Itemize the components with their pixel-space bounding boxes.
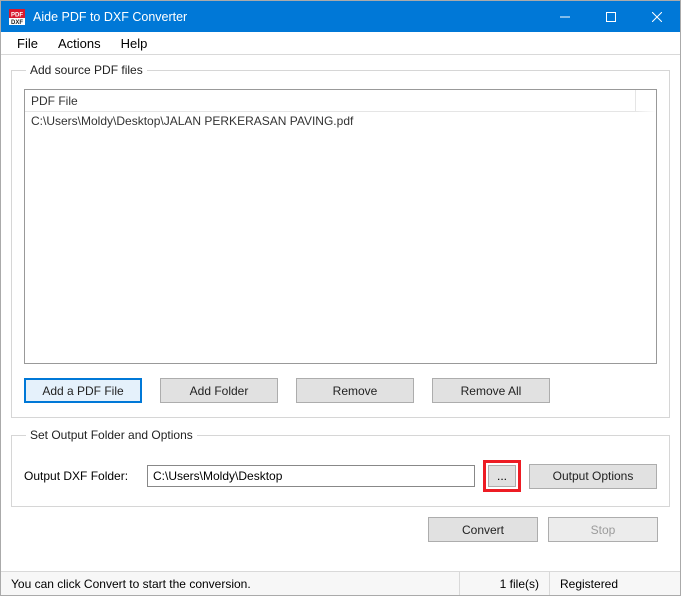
browse-highlight: ... bbox=[483, 460, 521, 492]
svg-text:PDF: PDF bbox=[11, 12, 23, 18]
status-file-count: 1 file(s) bbox=[460, 572, 550, 595]
remove-all-button[interactable]: Remove All bbox=[432, 378, 550, 403]
status-hint: You can click Convert to start the conve… bbox=[1, 572, 460, 595]
menu-file[interactable]: File bbox=[7, 34, 48, 53]
menu-help[interactable]: Help bbox=[111, 34, 158, 53]
window-controls bbox=[542, 1, 680, 32]
source-buttons: Add a PDF File Add Folder Remove Remove … bbox=[24, 378, 657, 403]
content: Add source PDF files PDF File C:\Users\M… bbox=[1, 55, 680, 542]
menu-actions[interactable]: Actions bbox=[48, 34, 111, 53]
app-icon: PDF DXF bbox=[9, 9, 25, 25]
convert-button[interactable]: Convert bbox=[428, 517, 538, 542]
add-folder-button[interactable]: Add Folder bbox=[160, 378, 278, 403]
remove-button[interactable]: Remove bbox=[296, 378, 414, 403]
table-row[interactable]: C:\Users\Moldy\Desktop\JALAN PERKERASAN … bbox=[25, 112, 656, 129]
output-legend: Set Output Folder and Options bbox=[26, 428, 197, 442]
close-button[interactable] bbox=[634, 1, 680, 32]
menubar: File Actions Help bbox=[1, 32, 680, 55]
svg-text:DXF: DXF bbox=[11, 20, 23, 25]
source-fieldset: Add source PDF files PDF File C:\Users\M… bbox=[11, 63, 670, 418]
column-pdf-file[interactable]: PDF File bbox=[31, 90, 636, 111]
output-fieldset: Set Output Folder and Options Output DXF… bbox=[11, 428, 670, 507]
action-buttons: Convert Stop bbox=[11, 517, 670, 542]
output-options-button[interactable]: Output Options bbox=[529, 464, 657, 489]
output-row: Output DXF Folder: ... Output Options bbox=[24, 460, 657, 492]
statusbar: You can click Convert to start the conve… bbox=[1, 571, 680, 595]
titlebar: PDF DXF Aide PDF to DXF Converter bbox=[1, 1, 680, 32]
source-legend: Add source PDF files bbox=[26, 63, 147, 77]
file-list[interactable]: PDF File C:\Users\Moldy\Desktop\JALAN PE… bbox=[24, 89, 657, 364]
output-folder-input[interactable] bbox=[147, 465, 475, 487]
add-pdf-button[interactable]: Add a PDF File bbox=[24, 378, 142, 403]
stop-button: Stop bbox=[548, 517, 658, 542]
output-folder-label: Output DXF Folder: bbox=[24, 469, 139, 483]
status-license: Registered bbox=[550, 572, 680, 595]
window-title: Aide PDF to DXF Converter bbox=[33, 10, 542, 24]
minimize-button[interactable] bbox=[542, 1, 588, 32]
file-list-header[interactable]: PDF File bbox=[25, 90, 656, 112]
maximize-button[interactable] bbox=[588, 1, 634, 32]
browse-button[interactable]: ... bbox=[488, 465, 516, 487]
